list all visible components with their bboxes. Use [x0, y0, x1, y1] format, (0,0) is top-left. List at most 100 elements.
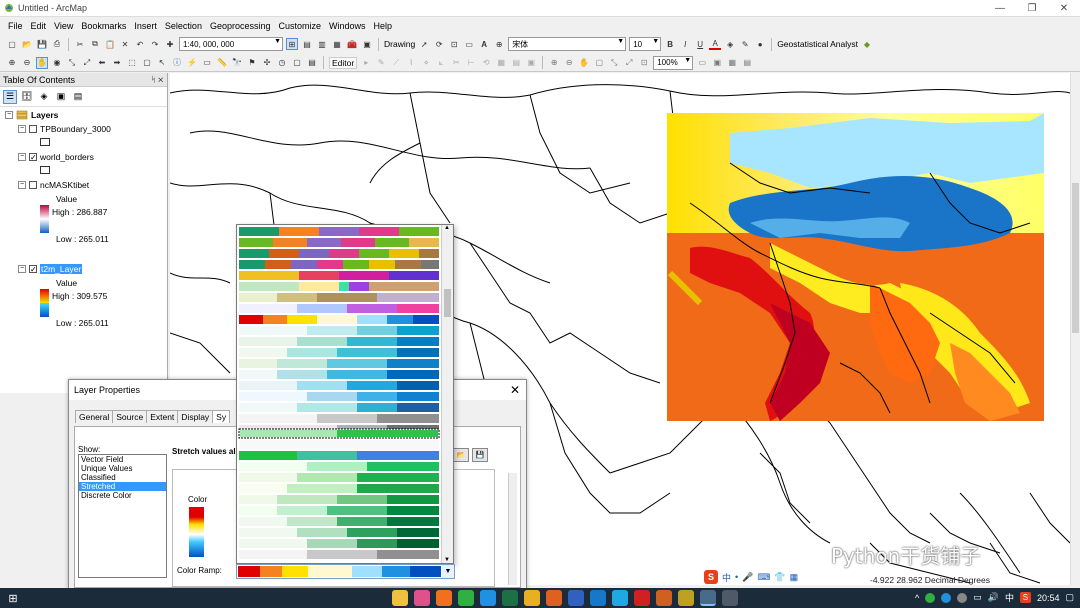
straight-segment-icon[interactable]: ⟋	[390, 57, 402, 69]
close-button[interactable]: ✕	[1048, 0, 1080, 17]
zoom-whole-page-icon[interactable]: ⊡	[638, 57, 650, 69]
fill-color-icon[interactable]: ◈	[724, 38, 736, 50]
browser-app-icon[interactable]	[480, 590, 496, 606]
file-explorer-icon[interactable]	[392, 590, 408, 606]
wechat-app-icon[interactable]	[458, 590, 474, 606]
notification-icon[interactable]: ▢	[1065, 592, 1074, 603]
print-icon[interactable]: ⎙	[51, 38, 63, 50]
find-icon[interactable]: 🔭	[231, 57, 243, 69]
scroll-down-icon[interactable]: ▼	[444, 557, 450, 563]
html-popup-icon[interactable]: ▭	[201, 57, 213, 69]
settings-scrollbar[interactable]	[508, 473, 517, 585]
toc-options-icon[interactable]: ▤	[71, 90, 85, 104]
save-layer-icon[interactable]: 💾	[472, 448, 488, 462]
attributes-icon[interactable]: ▦	[495, 57, 507, 69]
collapse-icon[interactable]: −	[18, 265, 26, 273]
renderer-list[interactable]: Vector Field Unique Values Classified St…	[78, 454, 167, 578]
full-extent-icon[interactable]: ◉	[51, 57, 63, 69]
chrome-icon[interactable]	[524, 590, 540, 606]
layers-dataframe[interactable]: − Layers	[5, 110, 58, 120]
copy-icon[interactable]: ⧉	[89, 38, 101, 50]
menu-edit[interactable]: Edit	[27, 21, 51, 31]
color-ramp-options[interactable]	[237, 225, 443, 564]
collapse-icon[interactable]: −	[5, 111, 13, 119]
list-by-selection-icon[interactable]: ▣	[54, 90, 68, 104]
scrollbar-thumb[interactable]	[444, 289, 451, 317]
menu-windows[interactable]: Windows	[325, 21, 370, 31]
tray-app-icon[interactable]	[925, 592, 936, 603]
rectangle-icon[interactable]: ▭	[463, 38, 475, 50]
layout-fixed-zoom-out-icon[interactable]: ⤢	[623, 57, 635, 69]
layout-icon[interactable]: ▤	[306, 57, 318, 69]
rotate-icon[interactable]: ⟳	[433, 38, 445, 50]
menu-view[interactable]: View	[50, 21, 77, 31]
geostat-wizard-icon[interactable]: ◆	[861, 38, 873, 50]
bold-button[interactable]: B	[664, 38, 676, 50]
cut-polygon-icon[interactable]: ✂	[450, 57, 462, 69]
cut-icon[interactable]: ✂	[74, 38, 86, 50]
layer-visibility-checkbox[interactable]	[29, 125, 37, 133]
list-item-stretched[interactable]: Stretched	[79, 482, 166, 491]
time-slider-icon[interactable]: ◷	[276, 57, 288, 69]
scroll-up-icon[interactable]: ▲	[444, 225, 450, 231]
back-extent-icon[interactable]: ⬅	[96, 57, 108, 69]
list-by-source-icon[interactable]: 🗄	[20, 90, 34, 104]
t2m-raster[interactable]	[667, 113, 1044, 421]
rotate-tool-icon[interactable]: ⟲	[480, 57, 492, 69]
font-name-combo[interactable]: 宋体 ▼	[508, 37, 627, 51]
dropdown-scrollbar[interactable]: ▲ ▼	[441, 225, 453, 563]
excel-icon[interactable]	[502, 590, 518, 606]
paste-icon[interactable]: 📋	[104, 38, 116, 50]
save-icon[interactable]: 💾	[36, 38, 48, 50]
layer-visibility-checkbox[interactable]	[29, 181, 37, 189]
layout-zoom-in-icon[interactable]: ⊕	[548, 57, 560, 69]
pan-hand-icon[interactable]: ✋	[36, 56, 48, 69]
search-window-icon[interactable]: ▦	[331, 38, 343, 50]
clear-selection-icon[interactable]: ▢	[141, 57, 153, 69]
tab-extent[interactable]: Extent	[146, 410, 179, 423]
zoom-out-icon[interactable]: ⊖	[21, 57, 33, 69]
marker-color-icon[interactable]: ●	[754, 38, 766, 50]
list-item-discrete-color[interactable]: Discrete Color	[79, 491, 166, 500]
edit-tool-icon[interactable]: ▸	[360, 57, 372, 69]
input-language[interactable]: 中	[1005, 591, 1014, 604]
identify-icon[interactable]: ⓘ	[171, 57, 183, 69]
zoom-in-icon[interactable]: ⊕	[6, 57, 18, 69]
measure-icon[interactable]: 📏	[216, 57, 228, 69]
geostatistical-analyst-menu[interactable]: Geostatistical Analyst	[777, 39, 858, 49]
table-of-contents-icon[interactable]: ▤	[301, 38, 313, 50]
menu-customize[interactable]: Customize	[275, 21, 326, 31]
network-icon[interactable]: ▭	[973, 592, 982, 603]
hyperlink-icon[interactable]: ⚡	[186, 57, 198, 69]
maximize-button[interactable]: ❐	[1016, 0, 1048, 17]
firefox-icon[interactable]	[546, 590, 562, 606]
layer-item-t2m[interactable]: − ✓ t2m_Layer	[18, 264, 83, 274]
split-icon[interactable]: ⊢	[465, 57, 477, 69]
import-layer-icon[interactable]: 📂	[453, 448, 469, 462]
layout-zoom-out-icon[interactable]: ⊖	[563, 57, 575, 69]
clock[interactable]: 20:54	[1037, 593, 1060, 603]
matlab-icon[interactable]	[656, 590, 672, 606]
font-color-button[interactable]: A	[709, 38, 722, 50]
sketch-tool-icon[interactable]: ✎	[375, 57, 387, 69]
windows-start-icon[interactable]: ⊞	[0, 588, 26, 608]
font-size-combo[interactable]: 10 ▼	[629, 37, 662, 51]
add-data-icon[interactable]: ✚	[164, 38, 176, 50]
drawing-menu[interactable]: Drawing	[384, 39, 415, 49]
collapse-icon[interactable]: −	[18, 153, 26, 161]
reshape-icon[interactable]: ⟀	[435, 57, 447, 69]
underline-button[interactable]: U	[694, 38, 706, 50]
list-by-visibility-icon[interactable]: ◈	[37, 90, 51, 104]
catalog-icon[interactable]: ▥	[316, 38, 328, 50]
menu-geoprocessing[interactable]: Geoprocessing	[206, 21, 275, 31]
redo-icon[interactable]: ↷	[149, 38, 161, 50]
tray-chevron-icon[interactable]: ^	[915, 593, 919, 603]
list-item-classified[interactable]: Classified	[79, 473, 166, 482]
find-route-icon[interactable]: ⚑	[246, 57, 258, 69]
open-folder-icon[interactable]: 📂	[21, 38, 33, 50]
select-elements-icon[interactable]: ➚	[418, 38, 430, 50]
search-app-icon[interactable]	[436, 590, 452, 606]
layer-name[interactable]: t2m_Layer	[40, 264, 83, 274]
text-icon[interactable]: A	[478, 38, 490, 50]
create-features-icon[interactable]: ▣	[525, 57, 537, 69]
